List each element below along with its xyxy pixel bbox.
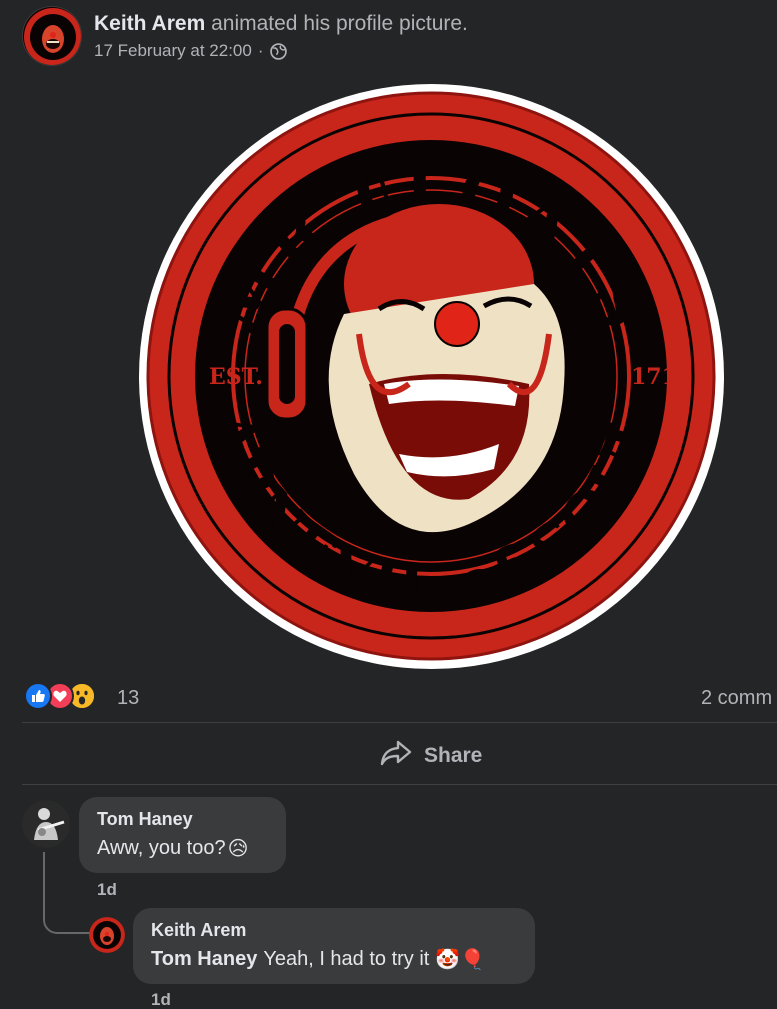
reply-bubble: Keith Arem Tom Haney Yeah, I had to try …: [133, 908, 535, 984]
comment-count[interactable]: 2 comm: [701, 687, 772, 710]
profile-picture-image[interactable]: MR FLOATS CARNEVIL of SOULS EST. 1715: [139, 84, 724, 669]
comment-timestamp[interactable]: 1d: [97, 880, 117, 900]
logo-est-label: EST.: [209, 364, 263, 390]
reply-author-avatar[interactable]: [89, 917, 125, 953]
share-arrow-icon: [380, 739, 412, 773]
author-avatar[interactable]: [22, 6, 82, 66]
reaction-icons[interactable]: [24, 682, 96, 710]
comment-body: Aww, you too?: [97, 837, 226, 859]
reply-thread-line: [43, 852, 91, 934]
comment-bubble: Tom Haney Aww, you too? 😥: [79, 797, 286, 873]
comment-text: Aww, you too? 😥: [97, 836, 268, 861]
divider: [22, 784, 777, 785]
like-icon: [24, 682, 52, 710]
comment-author[interactable]: Tom Haney: [97, 809, 268, 830]
reply-text: Tom Haney Yeah, I had to try it 🤡🎈: [151, 947, 517, 972]
post-action-text: animated his profile picture.: [211, 12, 468, 35]
sad-face-emoji: 😥: [227, 838, 249, 860]
share-label: Share: [424, 744, 483, 767]
divider: [22, 722, 777, 723]
post-meta: 17 February at 22:00 ·: [94, 41, 287, 61]
post-author-name[interactable]: Keith Arem: [94, 12, 205, 35]
reply-timestamp[interactable]: 1d: [151, 990, 171, 1009]
reply-author[interactable]: Keith Arem: [151, 920, 517, 941]
share-button[interactable]: Share: [380, 736, 482, 776]
reaction-count[interactable]: 13: [117, 687, 139, 710]
reply-body: Yeah, I had to try it: [263, 948, 430, 970]
reactions-row: 13 2 comm: [22, 680, 777, 716]
clown-balloon-emoji: 🤡🎈: [435, 949, 486, 971]
post-timestamp[interactable]: 17 February at 22:00: [94, 41, 252, 61]
globe-icon[interactable]: [269, 42, 287, 60]
mention-tag[interactable]: Tom Haney: [151, 948, 257, 971]
logo-year: 1715: [631, 364, 692, 390]
meta-separator: ·: [257, 41, 264, 60]
post-header: Keith Arem animated his profile picture.…: [22, 6, 762, 66]
post-author-line: Keith Arem animated his profile picture.: [94, 12, 468, 36]
commenter-avatar[interactable]: [22, 800, 70, 848]
